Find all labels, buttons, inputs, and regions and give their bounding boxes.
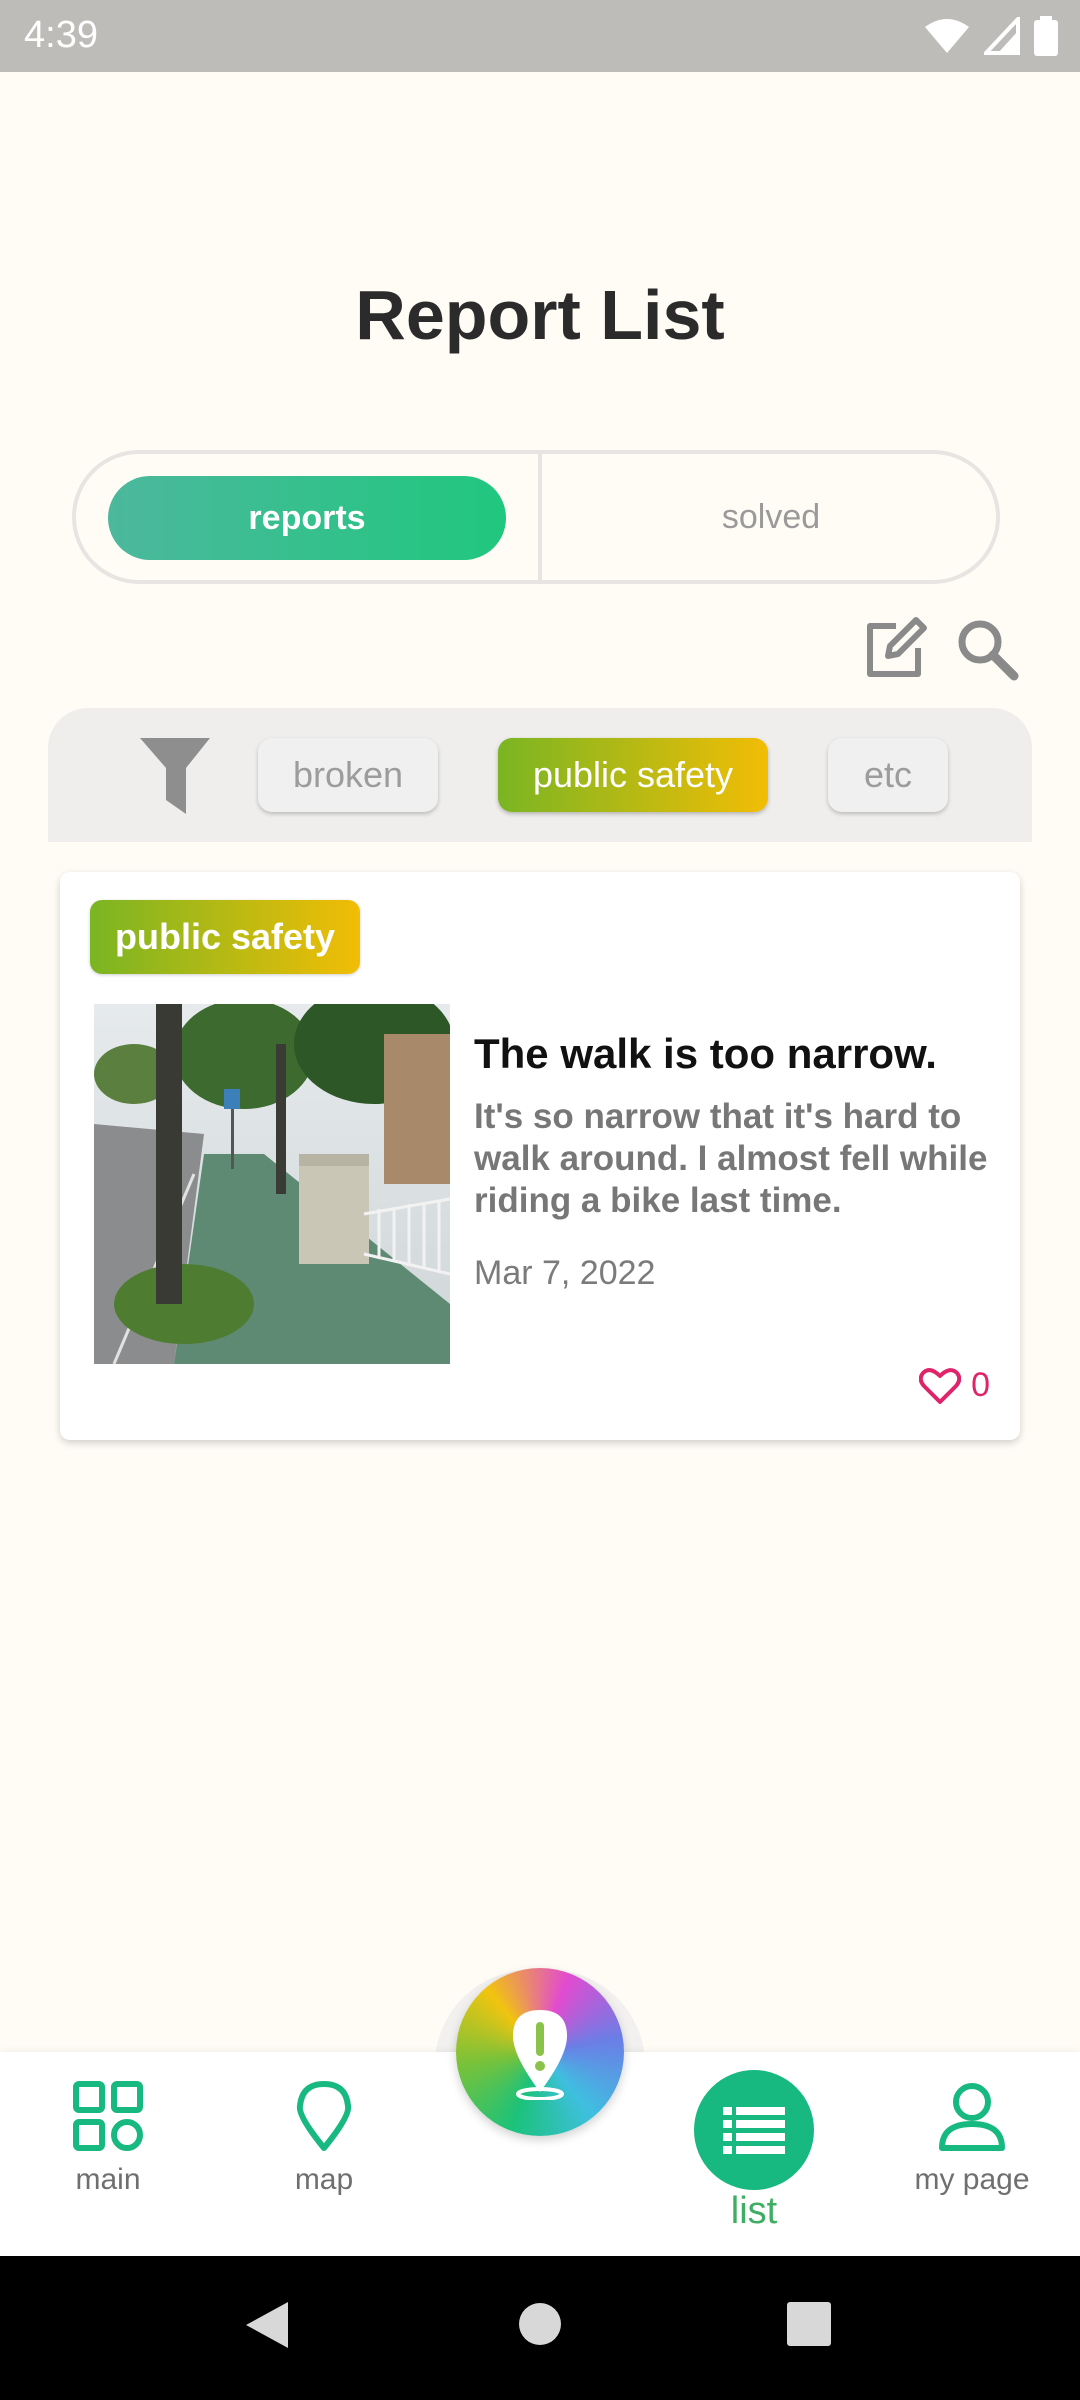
filter-chip-public-safety[interactable]: public safety bbox=[498, 738, 768, 812]
search-icon[interactable] bbox=[954, 616, 1020, 682]
tab-solved[interactable]: solved bbox=[546, 454, 996, 580]
tab-reports[interactable]: reports bbox=[108, 476, 506, 560]
report-category-tag: public safety bbox=[90, 900, 360, 974]
filter-icon[interactable] bbox=[140, 738, 210, 814]
status-bar: 4:39 bbox=[0, 0, 1080, 72]
wifi-icon bbox=[925, 19, 969, 53]
report-status-toggle: reports solved bbox=[72, 450, 1000, 584]
new-report-button[interactable] bbox=[456, 1968, 624, 2136]
report-title: The walk is too narrow. bbox=[474, 1030, 937, 1077]
back-icon[interactable] bbox=[244, 2300, 290, 2350]
battery-icon bbox=[1034, 16, 1058, 56]
like-count: 0 bbox=[971, 1366, 990, 1404]
report-description: It's so narrow that it's hard to walk ar… bbox=[474, 1097, 988, 1220]
list-icon bbox=[723, 2107, 785, 2154]
nav-list-active-indicator bbox=[694, 2070, 814, 2190]
edit-icon[interactable] bbox=[862, 616, 928, 682]
nav-my-page[interactable]: my page bbox=[872, 2080, 1072, 2197]
user-icon bbox=[939, 2083, 1005, 2151]
status-icons bbox=[924, 16, 1058, 56]
filter-bar: broken public safety etc bbox=[48, 708, 1032, 842]
grid-icon bbox=[73, 2081, 143, 2151]
tab-divider bbox=[538, 454, 542, 580]
system-nav-bar bbox=[0, 2256, 1080, 2400]
nav-list-label: list bbox=[730, 2190, 778, 2232]
report-date: Mar 7, 2022 bbox=[474, 1254, 656, 1292]
page-title: Report List bbox=[355, 276, 725, 354]
map-pin-icon bbox=[296, 2081, 352, 2151]
nav-main[interactable]: main bbox=[8, 2080, 208, 2197]
report-pin-icon bbox=[513, 2010, 567, 2100]
home-icon[interactable] bbox=[518, 2302, 562, 2346]
filter-chip-etc[interactable]: etc bbox=[828, 738, 948, 812]
status-time: 4:39 bbox=[24, 14, 98, 56]
heart-icon bbox=[919, 1367, 962, 1404]
nav-list[interactable]: list bbox=[654, 2070, 854, 2233]
recents-icon[interactable] bbox=[786, 2302, 832, 2346]
like-button[interactable]: 0 bbox=[919, 1366, 990, 1405]
signal-icon bbox=[984, 17, 1020, 55]
report-photo bbox=[94, 1004, 450, 1364]
nav-map-label: map bbox=[294, 2163, 354, 2196]
filter-chip-broken[interactable]: broken bbox=[258, 738, 438, 812]
nav-my-page-label: my page bbox=[914, 2163, 1030, 2196]
nav-main-label: main bbox=[75, 2163, 141, 2196]
report-card[interactable]: public safety The walk is too narrow. It… bbox=[60, 872, 1020, 1440]
nav-map[interactable]: map bbox=[224, 2080, 424, 2197]
